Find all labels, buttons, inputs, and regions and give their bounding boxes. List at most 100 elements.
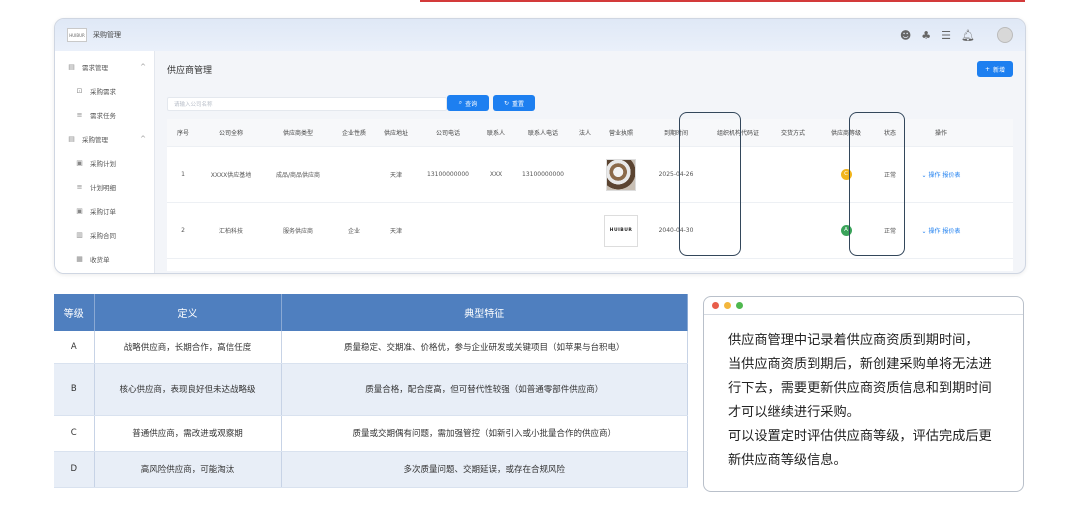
note-line: 行下去，需要更新供应商资质信息和到期时间 bbox=[728, 381, 992, 396]
list-icon: ≡ bbox=[76, 183, 83, 191]
sidebar-item-purchase-plan[interactable]: ▣ 采购计划 bbox=[55, 151, 154, 175]
sidebar-item-label: 采购订单 bbox=[90, 208, 116, 216]
cart-icon: ⊡ bbox=[76, 87, 83, 95]
sidebar-item-receipt[interactable]: ▦ 收货单 bbox=[55, 247, 154, 271]
plus-icon: + bbox=[984, 65, 990, 73]
reset-button-label: 重置 bbox=[512, 100, 525, 108]
chevron-up-icon: ^ bbox=[140, 135, 146, 143]
bell-icon[interactable]: 🔔︎ bbox=[961, 30, 975, 41]
robot-icon[interactable]: ☻ bbox=[900, 30, 911, 41]
note-card: 供应商管理中记录着供应商资质到期时间， 当供应商资质到期后，新创建采购单将无法进… bbox=[703, 296, 1024, 492]
grade-cell: A bbox=[54, 331, 95, 364]
sidebar-group-label: 采购管理 bbox=[82, 136, 108, 144]
sidebar-item-demand-task[interactable]: ≡ 需求任务 bbox=[55, 103, 154, 127]
col-header: 公司电话 bbox=[435, 130, 460, 137]
grade-cell: C bbox=[54, 415, 95, 452]
col-header: 操作 bbox=[934, 130, 947, 137]
cell-license[interactable] bbox=[597, 158, 645, 191]
license-image[interactable]: HUIBUR bbox=[604, 214, 638, 247]
license-image[interactable] bbox=[606, 158, 636, 191]
highlight-grade-column bbox=[849, 112, 905, 256]
list-icon[interactable]: ☰ bbox=[941, 30, 951, 41]
sidebar-group-demand[interactable]: ▤ 需求管理 ^ bbox=[55, 55, 154, 79]
col-header: 序号 bbox=[176, 130, 189, 137]
col-header: 交货方式 bbox=[780, 130, 805, 137]
table-row: D 高风险供应商，可能淘汰 多次质量问题、交期延误，或存在合规风险 bbox=[54, 451, 688, 488]
col-header: 供应地址 bbox=[383, 130, 408, 137]
sidebar-group-label: 需求管理 bbox=[82, 64, 108, 72]
sidebar-item-purchase-demand[interactable]: ⊡ 采购需求 bbox=[55, 79, 154, 103]
sidebar: ▤ 需求管理 ^ ⊡ 采购需求 ≡ 需求任务 ▤ 采购管理 ^ ▣ 采购计划 ≡… bbox=[55, 51, 155, 273]
grade-cell: B bbox=[54, 363, 95, 416]
cell-company: XXXX供应基地 bbox=[210, 172, 252, 179]
operate-link-label: 操作 bbox=[928, 172, 941, 179]
plan-icon: ▣ bbox=[76, 159, 83, 167]
sidebar-group-purchase[interactable]: ▤ 采购管理 ^ bbox=[55, 127, 154, 151]
quote-link[interactable]: 报价表 bbox=[942, 228, 960, 235]
col-header: 公司全称 bbox=[218, 130, 243, 137]
contract-icon: ▥ bbox=[76, 231, 83, 239]
query-button-label: 查询 bbox=[465, 100, 478, 108]
col-header: 法人 bbox=[578, 130, 591, 137]
header-icons: ☻ ♣ ☰ 🔔︎ bbox=[900, 27, 1013, 43]
minimize-dot-icon bbox=[724, 302, 731, 309]
table-row: C 普通供应商，需改进或观察期 质量或交期偶有问题，需加强管控（如新引入或小批量… bbox=[54, 415, 688, 452]
note-text: 供应商管理中记录着供应商资质到期时间， 当供应商资质到期后，新创建采购单将无法进… bbox=[704, 315, 1023, 473]
table-row: A 战略供应商，长期合作，高信任度 质量稳定、交期准、价格优，参与企业研发或关键… bbox=[54, 331, 688, 364]
sidebar-item-plan-detail[interactable]: ≡ 计划明细 bbox=[55, 175, 154, 199]
top-accent-line bbox=[420, 0, 1025, 2]
cell-index: 2 bbox=[181, 227, 185, 234]
operate-link-label: 操作 bbox=[928, 228, 941, 235]
note-line: 当供应商资质到期后，新创建采购单将无法进 bbox=[728, 357, 992, 372]
definition-cell: 普通供应商，需改进或观察期 bbox=[94, 415, 282, 452]
page-title: 供应商管理 bbox=[167, 66, 213, 76]
grade-header: 等级 bbox=[54, 294, 95, 331]
query-button[interactable]: ⌕ 查询 bbox=[447, 95, 489, 111]
col-header: 联系人电话 bbox=[527, 130, 558, 137]
operate-link[interactable]: ⌄ 操作 bbox=[922, 172, 941, 179]
sidebar-item-purchase-order[interactable]: ▣ 采购订单 bbox=[55, 199, 154, 223]
sidebar-item-label: 需求任务 bbox=[90, 112, 116, 120]
grade-cell: D bbox=[54, 451, 95, 488]
avatar[interactable] bbox=[997, 27, 1013, 43]
feature-header: 典型特征 bbox=[281, 294, 688, 331]
reset-button[interactable]: ↻ 重置 bbox=[493, 95, 535, 111]
cell-nature: 企业 bbox=[347, 228, 360, 235]
note-line: 新供应商等级信息。 bbox=[728, 453, 847, 468]
col-header: 供应商类型 bbox=[282, 130, 313, 137]
cell-address: 天津 bbox=[389, 228, 402, 235]
col-header: 联系人 bbox=[486, 130, 505, 137]
task-icon: ≡ bbox=[76, 111, 83, 119]
user-switch-icon[interactable]: ♣ bbox=[921, 30, 931, 41]
receipt-icon: ▦ bbox=[76, 255, 83, 263]
cell-license[interactable]: HUIBUR bbox=[597, 214, 645, 247]
sidebar-item-label: 采购合同 bbox=[90, 232, 116, 240]
grade-definition-table: 等级 定义 典型特征 A 战略供应商，长期合作，高信任度 质量稳定、交期准、价格… bbox=[54, 294, 688, 488]
app-header: HUIBUR 采购管理 ☻ ♣ ☰ 🔔︎ bbox=[55, 19, 1025, 51]
sidebar-item-label: 计划明细 bbox=[90, 184, 116, 192]
definition-header: 定义 bbox=[94, 294, 282, 331]
cell-company: 汇柏科技 bbox=[218, 228, 243, 235]
sidebar-item-purchase-contract[interactable]: ▥ 采购合同 bbox=[55, 223, 154, 247]
definition-cell: 核心供应商，表现良好但未达战略级 bbox=[94, 363, 282, 416]
maximize-dot-icon bbox=[736, 302, 743, 309]
app-logo: HUIBUR bbox=[67, 28, 87, 42]
cell-address: 天津 bbox=[389, 172, 402, 179]
col-header: 企业性质 bbox=[341, 130, 366, 137]
sidebar-item-label: 采购需求 bbox=[90, 88, 116, 96]
feature-cell: 质量稳定、交期准、价格优，参与企业研发或关键项目（如苹果与台积电） bbox=[281, 331, 688, 364]
feature-cell: 质量或交期偶有问题，需加强管控（如新引入或小批量合作的供应商） bbox=[281, 415, 688, 452]
new-button[interactable]: + 新增 bbox=[976, 61, 1013, 77]
cell-contact: XXX bbox=[489, 171, 503, 178]
feature-cell: 质量合格，配合度高，但可替代性较强（如普通零部件供应商） bbox=[281, 363, 688, 416]
quote-link[interactable]: 报价表 bbox=[942, 172, 960, 179]
grade-table-header: 等级 定义 典型特征 bbox=[54, 294, 688, 331]
search-input[interactable]: 请输入公司名称 bbox=[167, 97, 447, 111]
doc-icon: ▤ bbox=[68, 135, 75, 143]
refresh-icon: ↻ bbox=[503, 99, 509, 107]
operate-link[interactable]: ⌄ 操作 bbox=[922, 228, 941, 235]
cell-phone: 13100000000 bbox=[427, 171, 469, 178]
cell-type: 服务供应商 bbox=[282, 228, 313, 235]
col-header: 营业执照 bbox=[608, 130, 633, 137]
cell-contact-phone: 13100000000 bbox=[522, 171, 564, 178]
